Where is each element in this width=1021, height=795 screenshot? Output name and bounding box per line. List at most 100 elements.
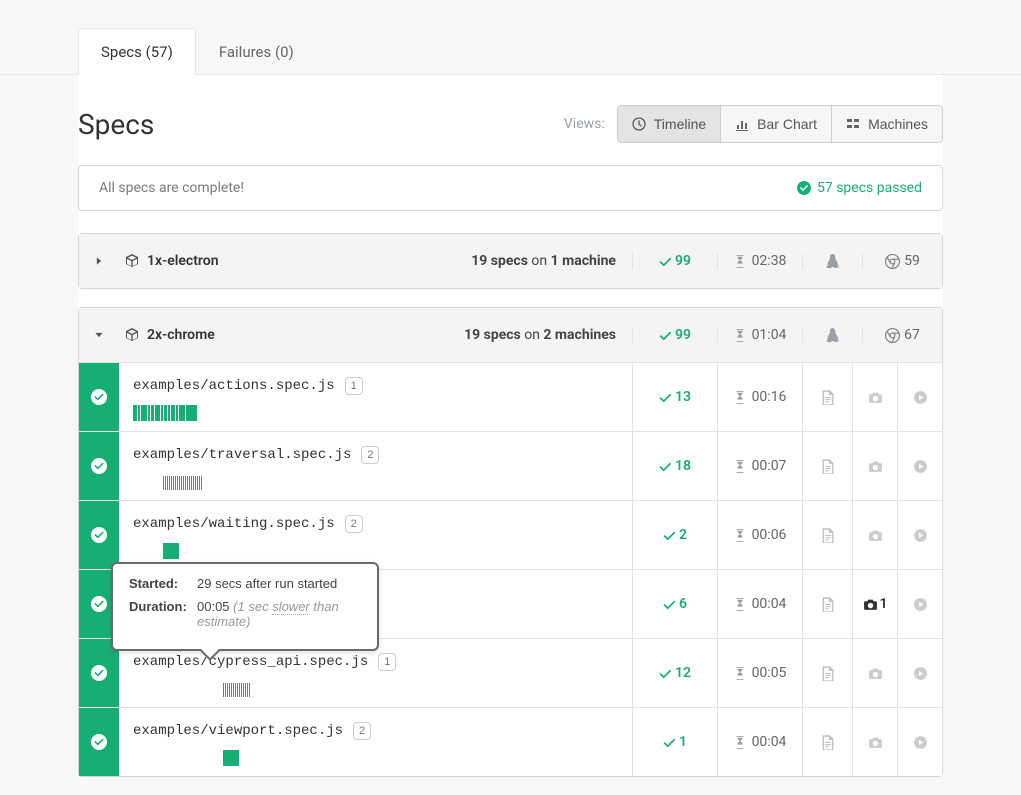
spec-group: 1x-electron 19 specs on 1 machine 99 02:… xyxy=(78,233,943,289)
check-circle-icon xyxy=(91,458,107,474)
view-machines-button[interactable]: Machines xyxy=(832,106,942,142)
spec-group: 2x-chrome 19 specs on 2 machines 99 01:0… xyxy=(78,307,943,777)
spec-row[interactable]: examples/traversal.spec.js 2 18 00:07 xyxy=(79,431,942,500)
spec-screenshots-button[interactable] xyxy=(852,708,897,776)
spec-output-button[interactable] xyxy=(802,639,852,707)
machines-icon xyxy=(846,117,860,131)
spec-screenshots-button[interactable]: 1 xyxy=(852,570,897,638)
linux-icon xyxy=(825,254,840,269)
tab-failures[interactable]: Failures (0) xyxy=(196,28,317,75)
banner-passed-count: 57 specs passed xyxy=(817,180,922,196)
group-passed-count: 99 xyxy=(675,253,691,269)
group-duration: 01:04 xyxy=(752,327,787,343)
spec-duration: 00:07 xyxy=(752,458,787,474)
file-icon xyxy=(820,459,835,474)
view-machines-label: Machines xyxy=(868,116,928,132)
play-icon xyxy=(913,390,928,405)
spec-video-button[interactable] xyxy=(897,570,942,638)
chrome-icon xyxy=(885,254,900,269)
group-specs-summary: 19 specs on 1 machine xyxy=(442,253,632,269)
tooltip-started-value: 29 secs after run started xyxy=(197,576,337,591)
page-title: Specs xyxy=(78,108,154,141)
spec-video-button[interactable] xyxy=(897,363,942,431)
clock-icon xyxy=(632,117,646,131)
spec-file-name: examples/waiting.spec.js xyxy=(133,516,335,532)
play-icon xyxy=(913,735,928,750)
camera-icon xyxy=(868,459,883,474)
spec-timeline-bars xyxy=(133,681,618,697)
tooltip-duration-value: 00:05 xyxy=(197,599,230,614)
camera-icon xyxy=(868,666,883,681)
spec-screenshots-button[interactable] xyxy=(852,432,897,500)
camera-icon xyxy=(868,528,883,543)
spec-video-button[interactable] xyxy=(897,639,942,707)
group-passed-count: 99 xyxy=(675,327,691,343)
spec-file-name: examples/traversal.spec.js xyxy=(133,447,351,463)
spec-row[interactable]: examples/waiting.spec.js 2 2 00:06 xyxy=(79,500,942,569)
spec-video-button[interactable] xyxy=(897,501,942,569)
spec-passed-count: 2 xyxy=(679,527,687,543)
spec-output-button[interactable] xyxy=(802,570,852,638)
spec-duration: 00:04 xyxy=(752,734,787,750)
view-timeline-label: Timeline xyxy=(654,116,706,132)
spec-video-button[interactable] xyxy=(897,432,942,500)
check-circle-icon xyxy=(91,527,107,543)
spec-file-name: examples/actions.spec.js xyxy=(133,378,335,394)
browser-version: 59 xyxy=(904,253,920,269)
check-icon xyxy=(659,329,671,341)
cube-icon xyxy=(125,254,139,268)
play-icon xyxy=(913,597,928,612)
spec-status-passed xyxy=(79,363,119,431)
spec-machine-badge: 2 xyxy=(353,722,371,740)
spec-status-passed xyxy=(79,708,119,776)
spec-output-button[interactable] xyxy=(802,432,852,500)
spec-tooltip: Started: 29 secs after run started Durat… xyxy=(111,562,379,651)
group-specs-summary: 19 specs on 2 machines xyxy=(442,327,632,343)
spec-screenshots-button[interactable] xyxy=(852,363,897,431)
hourglass-icon xyxy=(734,528,746,542)
spec-duration: 00:04 xyxy=(752,596,787,612)
check-icon xyxy=(663,529,675,541)
cube-icon xyxy=(125,328,139,342)
spec-duration: 00:16 xyxy=(752,389,787,405)
caret-down-icon xyxy=(94,330,104,340)
spec-timeline-bars xyxy=(133,750,618,766)
views-label: Views: xyxy=(564,116,605,132)
spec-timeline-bars xyxy=(133,474,618,490)
spec-machine-badge: 2 xyxy=(345,515,363,533)
spec-video-button[interactable] xyxy=(897,708,942,776)
hourglass-icon xyxy=(734,254,746,268)
spec-file-name: examples/cypress_api.spec.js xyxy=(133,654,368,670)
screenshot-count: 1 xyxy=(880,596,888,612)
file-icon xyxy=(820,390,835,405)
play-icon xyxy=(913,666,928,681)
spec-passed-count: 13 xyxy=(675,389,691,405)
spec-output-button[interactable] xyxy=(802,363,852,431)
group-header-row[interactable]: 1x-electron 19 specs on 1 machine 99 02:… xyxy=(79,234,942,288)
spec-row[interactable]: examples/viewport.spec.js 2 1 00:04 xyxy=(79,707,942,776)
camera-icon xyxy=(863,597,878,612)
banner-message: All specs are complete! xyxy=(99,180,244,196)
camera-icon xyxy=(868,390,883,405)
spec-duration: 00:06 xyxy=(752,527,787,543)
hourglass-icon xyxy=(734,597,746,611)
spec-screenshots-button[interactable] xyxy=(852,639,897,707)
check-circle-icon xyxy=(91,596,107,612)
view-timeline-button[interactable]: Timeline xyxy=(618,106,721,142)
group-header-row[interactable]: 2x-chrome 19 specs on 2 machines 99 01:0… xyxy=(79,308,942,362)
view-barchart-button[interactable]: Bar Chart xyxy=(721,106,832,142)
hourglass-icon xyxy=(734,328,746,342)
spec-output-button[interactable] xyxy=(802,708,852,776)
file-icon xyxy=(820,666,835,681)
tab-specs[interactable]: Specs (57) xyxy=(78,28,196,75)
spec-row[interactable]: examples/actions.spec.js 1 13 00:16 xyxy=(79,362,942,431)
hourglass-icon xyxy=(734,735,746,749)
spec-timeline-bars xyxy=(133,543,618,559)
group-name: 1x-electron xyxy=(147,253,219,269)
tooltip-started-label: Started: xyxy=(129,576,189,591)
group-duration: 02:38 xyxy=(752,253,787,269)
play-icon xyxy=(913,528,928,543)
spec-row[interactable]: Started: 29 secs after run started Durat… xyxy=(79,569,942,638)
spec-screenshots-button[interactable] xyxy=(852,501,897,569)
spec-output-button[interactable] xyxy=(802,501,852,569)
